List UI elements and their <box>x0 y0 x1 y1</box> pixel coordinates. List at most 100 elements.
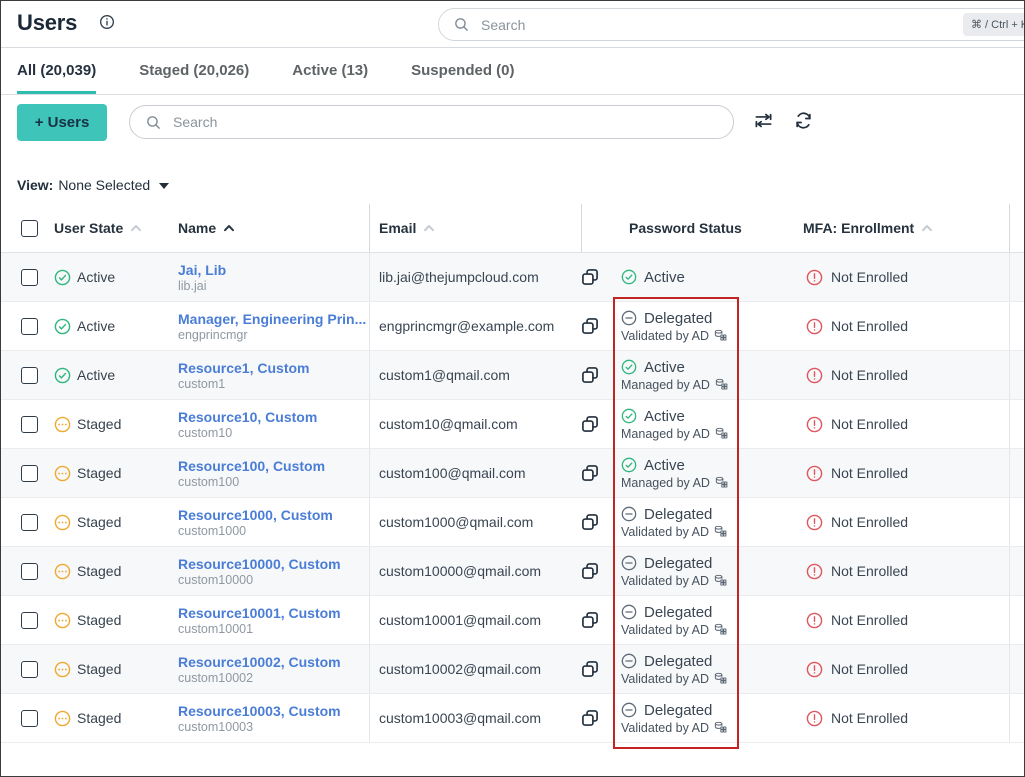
mfa-status-icon <box>806 563 823 580</box>
row-extra <box>1009 596 1024 644</box>
row-checkbox[interactable] <box>21 269 38 286</box>
username-label: custom100 <box>178 475 239 489</box>
user-name-link[interactable]: Resource100, Custom <box>178 458 325 474</box>
sort-caret-icon[interactable] <box>223 224 235 232</box>
password-status-icon <box>621 506 637 522</box>
user-name-link[interactable]: Resource1000, Custom <box>178 507 333 523</box>
username-label: custom1000 <box>178 524 246 538</box>
copy-icon[interactable] <box>580 708 600 728</box>
tab-staged[interactable]: Staged (20,026) <box>139 48 249 94</box>
row-checkbox[interactable] <box>21 367 38 384</box>
table-body: Active Jai, Lib lib.jai lib.jai@thejumpc… <box>1 253 1024 743</box>
row-checkbox[interactable] <box>21 318 38 335</box>
password-status-label: Delegated <box>644 604 712 621</box>
view-label: View: <box>17 177 53 193</box>
table-search <box>129 105 734 139</box>
user-name-link[interactable]: Resource10001, Custom <box>178 605 341 621</box>
password-status-icon <box>621 653 637 669</box>
email-text: custom1000@qmail.com <box>379 514 533 530</box>
password-status-label: Delegated <box>644 702 712 719</box>
copy-icon[interactable] <box>580 267 600 287</box>
email-text: engprincmgr@example.com <box>379 318 554 334</box>
copy-icon[interactable] <box>580 463 600 483</box>
search-icon <box>453 16 470 33</box>
tab-active[interactable]: Active (13) <box>292 48 368 94</box>
row-checkbox[interactable] <box>21 514 38 531</box>
mfa-status-label: Not Enrolled <box>831 612 908 628</box>
copy-icon[interactable] <box>580 316 600 336</box>
password-status-cell: Delegated Validated by AD <box>613 547 791 595</box>
user-name-link[interactable]: Resource1, Custom <box>178 360 309 376</box>
active-directory-icon <box>714 672 727 685</box>
mfa-status-icon <box>806 661 823 678</box>
user-state-label: Staged <box>77 514 121 530</box>
password-status-icon <box>621 359 637 375</box>
copy-icon[interactable] <box>580 512 600 532</box>
password-status-subtext: Managed by AD <box>621 378 710 392</box>
view-selector[interactable]: View: None Selected <box>1 165 1024 204</box>
user-state-label: Staged <box>77 612 121 628</box>
copy-icon[interactable] <box>580 659 600 679</box>
row-checkbox[interactable] <box>21 710 38 727</box>
copy-icon[interactable] <box>580 561 600 581</box>
user-name-link[interactable]: Manager, Engineering Prin... <box>178 311 366 327</box>
password-status-label: Active <box>644 457 685 474</box>
password-status-label: Active <box>644 359 685 376</box>
row-checkbox[interactable] <box>21 416 38 433</box>
table-row: Active Manager, Engineering Prin... engp… <box>1 302 1024 351</box>
row-extra <box>1009 694 1024 742</box>
active-directory-icon <box>714 574 727 587</box>
tab-suspended[interactable]: Suspended (0) <box>411 48 514 94</box>
active-directory-icon <box>715 476 728 489</box>
header-password-status[interactable]: Password Status <box>581 204 791 252</box>
global-search-input[interactable] <box>481 17 811 33</box>
filter-sliders-icon[interactable] <box>754 111 773 130</box>
sort-caret-icon[interactable] <box>423 224 435 232</box>
sort-caret-icon[interactable] <box>921 224 933 232</box>
refresh-icon[interactable] <box>794 111 813 130</box>
user-state-label: Staged <box>77 465 121 481</box>
copy-icon[interactable] <box>580 414 600 434</box>
password-status-label: Delegated <box>644 506 712 523</box>
mfa-status-icon <box>806 612 823 629</box>
password-status-cell: Active <box>613 253 791 301</box>
mfa-status-icon <box>806 710 823 727</box>
table-row: Active Resource1, Custom custom1 custom1… <box>1 351 1024 400</box>
shortcut-badge: ⌘ / Ctrl + K <box>963 13 1025 36</box>
user-name-link[interactable]: Resource10002, Custom <box>178 654 341 670</box>
tab-all[interactable]: All (20,039) <box>17 48 96 94</box>
mfa-status-icon <box>806 514 823 531</box>
active-directory-icon <box>715 427 728 440</box>
row-checkbox[interactable] <box>21 563 38 580</box>
user-name-link[interactable]: Resource10, Custom <box>178 409 317 425</box>
active-directory-icon <box>714 329 727 342</box>
header-name[interactable]: Name <box>161 204 369 252</box>
table-search-input[interactable] <box>173 114 653 130</box>
copy-icon[interactable] <box>580 365 600 385</box>
info-icon[interactable] <box>99 14 115 35</box>
add-users-button[interactable]: + Users <box>17 104 107 141</box>
email-text: custom1@qmail.com <box>379 367 510 383</box>
user-name-link[interactable]: Resource10000, Custom <box>178 556 341 572</box>
user-name-link[interactable]: Resource10003, Custom <box>178 703 341 719</box>
select-all-checkbox[interactable] <box>21 220 38 237</box>
password-status-cell: Active Managed by AD <box>613 449 791 497</box>
row-checkbox[interactable] <box>21 661 38 678</box>
mfa-status-icon <box>806 465 823 482</box>
row-checkbox[interactable] <box>21 612 38 629</box>
header-mfa-enrollment[interactable]: MFA: Enrollment <box>791 204 1009 252</box>
sort-caret-icon[interactable] <box>130 224 142 232</box>
password-status-label: Active <box>644 269 685 286</box>
copy-icon[interactable] <box>580 610 600 630</box>
global-search: ⌘ / Ctrl + K <box>438 8 1025 41</box>
mfa-status-icon <box>806 367 823 384</box>
row-checkbox[interactable] <box>21 465 38 482</box>
header-email[interactable]: Email <box>369 204 581 252</box>
user-state-label: Staged <box>77 710 121 726</box>
user-name-link[interactable]: Jai, Lib <box>178 262 226 278</box>
username-label: custom10000 <box>178 573 253 587</box>
password-status-icon <box>621 310 637 326</box>
password-status-subtext: Validated by AD <box>621 329 709 343</box>
header-user-state[interactable]: User State <box>53 204 161 252</box>
table-row: Staged Resource10001, Custom custom10001… <box>1 596 1024 645</box>
